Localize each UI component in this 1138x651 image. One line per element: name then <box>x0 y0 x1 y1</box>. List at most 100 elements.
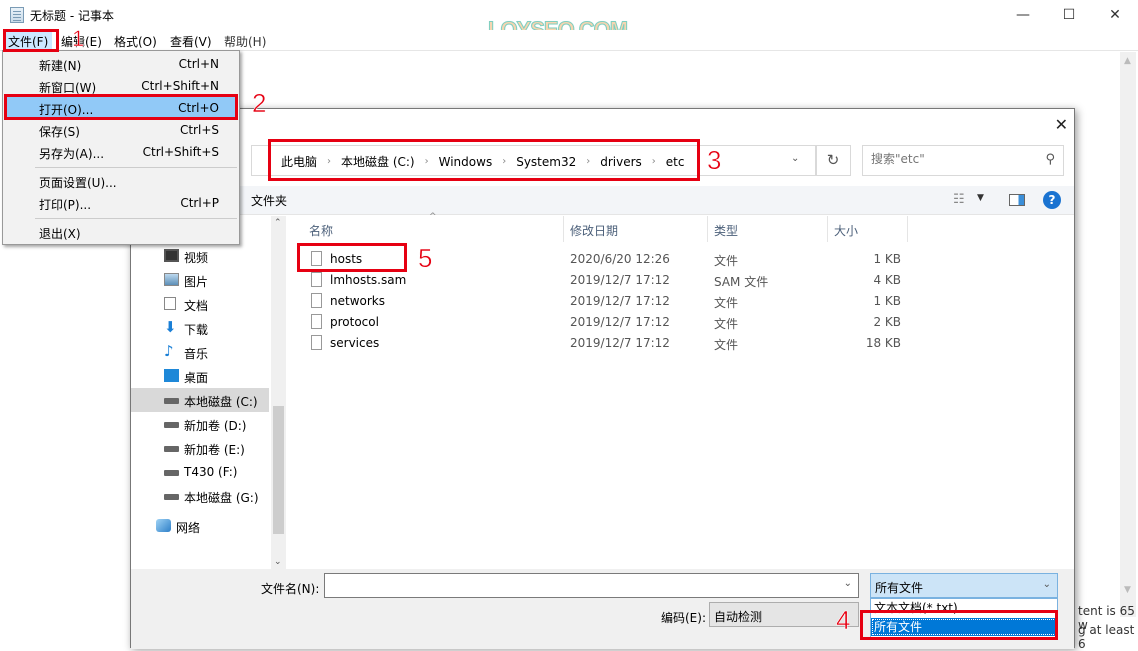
preview-pane-icon[interactable] <box>1009 194 1025 206</box>
nav-item-label: 新加卷 (E:) <box>184 443 245 457</box>
view-options-icon[interactable]: ☷ <box>953 192 965 207</box>
nav-item-drive-f[interactable]: T430 (F:) <box>131 460 269 484</box>
file-size: 1 KB <box>873 252 901 266</box>
menu-item-shortcut: Ctrl+N <box>178 57 219 71</box>
file-size: 1 KB <box>873 294 901 308</box>
file-row[interactable]: lmhosts.sam 2019/12/7 17:12 SAM 文件 4 KB <box>297 270 907 291</box>
nav-item-downloads[interactable]: ⬇ 下载 <box>131 316 269 340</box>
file-type: 文件 <box>714 338 739 352</box>
filetype-select[interactable]: 所有文件 ⌄ <box>870 573 1058 598</box>
scroll-down-icon[interactable]: ⌄ <box>274 557 282 567</box>
search-input[interactable] <box>871 152 1031 166</box>
search-box[interactable]: ⚲ <box>862 145 1064 176</box>
menu-item-shortcut: Ctrl+S <box>179 123 219 137</box>
view-dropdown-icon[interactable]: ▼ <box>977 193 984 203</box>
nav-item-label: 文档 <box>184 299 209 313</box>
column-divider[interactable] <box>563 216 564 242</box>
nav-item-label: 本地磁盘 (C:) <box>184 395 258 409</box>
drive-icon <box>164 446 179 452</box>
menu-view[interactable]: 查看(V) <box>166 32 216 51</box>
column-header-size[interactable]: 大小 <box>834 222 858 248</box>
nav-scrollbar[interactable]: ⌃ ⌄ <box>271 216 286 569</box>
file-size: 4 KB <box>873 273 901 287</box>
documents-icon <box>164 297 176 310</box>
file-name: protocol <box>330 315 379 329</box>
file-type: 文件 <box>714 317 739 331</box>
nav-item-drive-c[interactable]: 本地磁盘 (C:) <box>131 388 269 412</box>
scroll-down-icon[interactable]: ▼ <box>1124 585 1131 595</box>
music-icon: ♪ <box>164 342 174 360</box>
menu-item-shortcut: Ctrl+P <box>180 196 219 210</box>
window-title: 无标题 - 记事本 <box>30 9 114 23</box>
column-divider[interactable] <box>707 216 708 242</box>
menu-item-exit[interactable]: 退出(X) <box>5 221 237 243</box>
scroll-up-icon[interactable]: ⌃ <box>274 218 282 228</box>
column-header-type[interactable]: 类型 <box>714 222 738 248</box>
file-row[interactable]: networks 2019/12/7 17:12 文件 1 KB <box>297 291 907 312</box>
nav-item-label: 本地磁盘 (G:) <box>184 491 259 505</box>
nav-item-drive-e[interactable]: 新加卷 (E:) <box>131 436 269 460</box>
filename-input[interactable]: ⌄ <box>324 573 859 598</box>
menu-format[interactable]: 格式(O) <box>110 32 161 51</box>
nav-item-videos[interactable]: 视频 <box>131 244 269 268</box>
nav-item-desktop[interactable]: 桌面 <box>131 364 269 388</box>
column-divider[interactable] <box>907 216 908 242</box>
annotation-box-3 <box>268 139 700 181</box>
annotation-number-5: 5 <box>418 243 433 274</box>
menu-item-label: 另存为(A)... <box>39 147 105 161</box>
nav-item-pictures[interactable]: 图片 <box>131 268 269 292</box>
nav-item-drive-d[interactable]: 新加卷 (D:) <box>131 412 269 436</box>
search-icon[interactable]: ⚲ <box>1045 152 1055 167</box>
menu-item-label: 新建(N) <box>39 59 82 73</box>
desktop-icon <box>164 369 179 382</box>
background-text-line: g at least 6 <box>1078 623 1135 651</box>
nav-item-label: 音乐 <box>184 347 209 361</box>
annotation-number-1: 1 <box>72 26 85 52</box>
annotation-number-2: 2 <box>252 88 267 119</box>
nav-item-label: 网络 <box>176 521 201 535</box>
menu-item-print[interactable]: 打印(P)... Ctrl+P <box>5 192 237 214</box>
nav-item-network[interactable]: 网络 <box>123 514 261 538</box>
drive-icon <box>164 494 179 500</box>
menu-item-save[interactable]: 保存(S) Ctrl+S <box>5 119 237 141</box>
nav-item-documents[interactable]: 文档 <box>131 292 269 316</box>
scrollbar-thumb[interactable] <box>273 406 284 534</box>
annotation-box-5 <box>297 243 407 272</box>
notepad-icon <box>10 7 24 23</box>
open-file-dialog: ✕ › 此电脑 › 本地磁盘 (C:) › Windows › System32… <box>130 108 1075 649</box>
help-icon[interactable]: ? <box>1043 191 1061 209</box>
video-icon <box>164 249 179 262</box>
menu-item-page-setup[interactable]: 页面设置(U)... <box>5 170 237 192</box>
column-divider[interactable] <box>827 216 828 242</box>
address-history-dropdown[interactable]: ⌄ <box>791 153 799 164</box>
refresh-button[interactable]: ↻ <box>815 145 851 176</box>
menu-help[interactable]: 帮助(H) <box>220 32 270 51</box>
menu-item-new[interactable]: 新建(N) Ctrl+N <box>5 53 237 75</box>
maximize-button[interactable]: ☐ <box>1046 0 1092 30</box>
close-button[interactable]: ✕ <box>1092 0 1138 30</box>
nav-item-music[interactable]: ♪ 音乐 <box>131 340 269 364</box>
menu-separator <box>35 218 237 219</box>
dialog-close-button[interactable]: ✕ <box>1055 115 1068 134</box>
drive-icon <box>164 470 179 476</box>
nav-item-label: 视频 <box>184 251 209 265</box>
nav-item-label: T430 (F:) <box>184 465 238 479</box>
menu-item-label: 退出(X) <box>39 227 81 241</box>
file-row[interactable]: protocol 2019/12/7 17:12 文件 2 KB <box>297 312 907 333</box>
scroll-up-icon[interactable]: ▲ <box>1124 56 1131 66</box>
file-row[interactable]: services 2019/12/7 17:12 文件 18 KB <box>297 333 907 354</box>
notepad-titlebar: 无标题 - 记事本 LOYSEO.COM — ☐ ✕ <box>0 0 1138 43</box>
file-icon <box>311 335 322 350</box>
column-header-date[interactable]: 修改日期 <box>570 222 618 248</box>
nav-item-drive-g[interactable]: 本地磁盘 (G:) <box>131 484 269 508</box>
minimize-button[interactable]: — <box>1000 0 1046 30</box>
drive-icon <box>164 422 179 428</box>
chevron-down-icon[interactable]: ⌄ <box>1043 579 1051 590</box>
file-name: lmhosts.sam <box>330 273 407 287</box>
notepad-vertical-scrollbar[interactable]: ▲ ▼ <box>1120 52 1136 617</box>
menubar: 文件(F) 编辑(E) 格式(O) 查看(V) 帮助(H) <box>0 30 1138 51</box>
chevron-down-icon[interactable]: ⌄ <box>844 578 852 589</box>
annotation-box-4 <box>860 610 1058 640</box>
menu-item-save-as[interactable]: 另存为(A)... Ctrl+Shift+S <box>5 141 237 163</box>
new-folder-button[interactable]: 文件夹 <box>251 192 287 209</box>
